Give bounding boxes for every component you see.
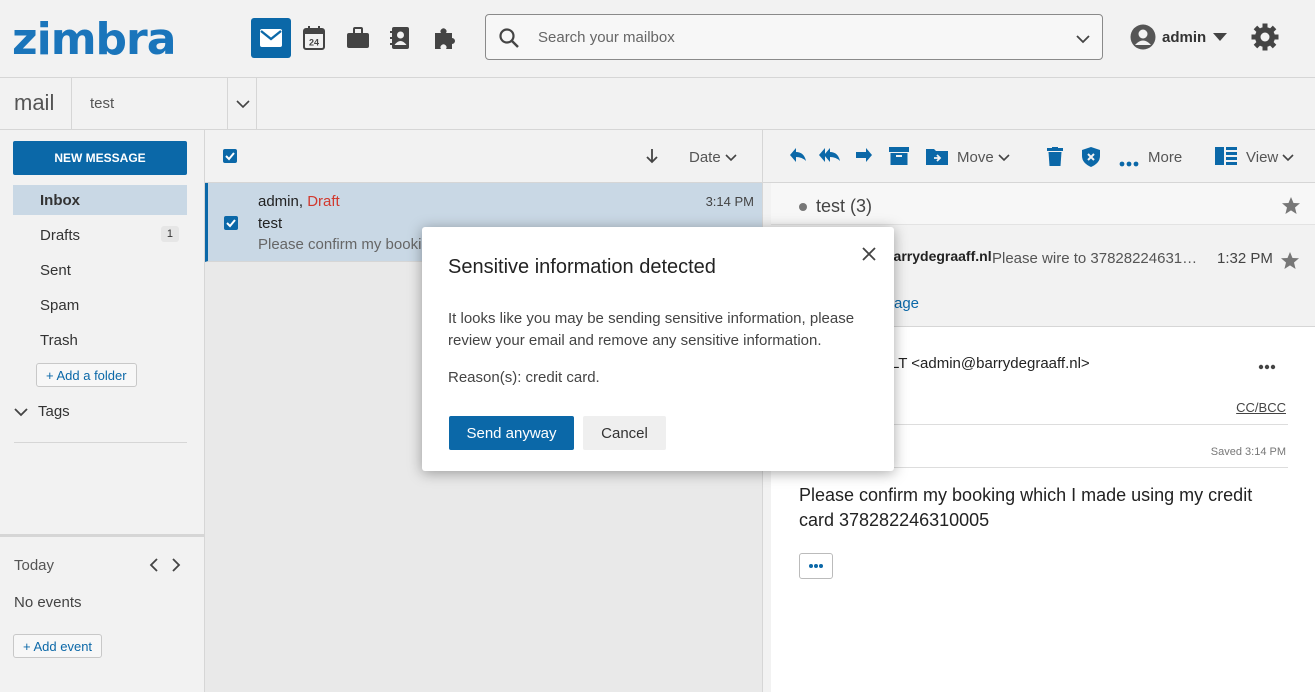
- unread-dot-icon: [799, 203, 807, 211]
- app-title: mail: [14, 90, 55, 115]
- puzzle-icon[interactable]: [425, 18, 465, 58]
- chevron-down-icon: [1282, 153, 1294, 161]
- message-checkbox[interactable]: [224, 216, 238, 235]
- trash-icon[interactable]: [1047, 147, 1063, 171]
- select-all-checkbox[interactable]: [223, 149, 237, 168]
- user-name: admin: [1162, 28, 1207, 46]
- sidebar-item-sent[interactable]: Sent: [13, 255, 187, 285]
- ellipsis-icon: [809, 564, 823, 568]
- chevron-right-icon[interactable]: [170, 558, 182, 572]
- spam-shield-icon[interactable]: [1082, 147, 1100, 172]
- thread-time: 1:32 PM: [1217, 250, 1273, 267]
- view-layout-icon[interactable]: [1215, 147, 1237, 170]
- top-bar: zimbra 24 Search your mailbox admin: [0, 0, 1315, 78]
- chevron-down-icon[interactable]: [227, 78, 257, 130]
- more-dots-icon[interactable]: [1119, 154, 1139, 172]
- dialog-reason: Reason(s): credit card.: [448, 369, 600, 386]
- star-icon[interactable]: [1282, 197, 1300, 219]
- unread-count-badge: 1: [160, 226, 179, 242]
- chevron-left-icon[interactable]: [148, 558, 160, 572]
- divider: [14, 442, 187, 443]
- zimbra-logo[interactable]: zimbra: [12, 14, 176, 65]
- cc-bcc-link[interactable]: CC/BCC: [1236, 400, 1286, 415]
- message-toolbar: Move More View: [763, 130, 1315, 183]
- folder-label: Sent: [40, 261, 71, 279]
- divider: [0, 534, 205, 537]
- view-dropdown[interactable]: View: [1246, 149, 1294, 166]
- add-event-button[interactable]: + Add event: [13, 634, 103, 658]
- chevron-down-icon: [998, 153, 1010, 161]
- search-placeholder: Search your mailbox: [538, 29, 675, 46]
- thread-sender: barrydegraaff.nl: [885, 248, 992, 264]
- cancel-button[interactable]: Cancel: [583, 416, 666, 450]
- chevron-down-icon: [14, 407, 28, 416]
- view-label: View: [1246, 149, 1279, 166]
- move-label: Move: [957, 149, 994, 166]
- sender-name: admin,: [258, 193, 304, 210]
- contacts-icon[interactable]: [380, 18, 420, 58]
- forward-icon[interactable]: [855, 147, 873, 168]
- tags-section[interactable]: Tags: [14, 403, 70, 420]
- gear-icon[interactable]: [1250, 22, 1280, 57]
- new-message-button[interactable]: NEW MESSAGE: [13, 141, 187, 175]
- send-anyway-button[interactable]: Send anyway: [449, 416, 574, 450]
- draft-label: Draft: [307, 193, 340, 210]
- sub-header: mail test: [0, 78, 1315, 130]
- search-input[interactable]: Search your mailbox: [485, 14, 1103, 60]
- message-sender: admin, Draft: [258, 193, 340, 210]
- star-icon[interactable]: [1281, 252, 1299, 274]
- close-icon[interactable]: [860, 245, 878, 268]
- chevron-down-icon: [725, 153, 737, 161]
- conversation-header: test (3): [771, 183, 1315, 225]
- today-label: Today: [14, 557, 55, 574]
- sort-by-date-dropdown[interactable]: Date: [689, 149, 737, 166]
- dialog-message: It looks like you may be sending sensiti…: [448, 310, 855, 349]
- no-events-label: No events: [14, 594, 82, 611]
- sort-label: Date: [689, 149, 721, 166]
- folder-label: Inbox: [40, 191, 80, 209]
- caret-down-icon: [1213, 33, 1228, 41]
- sidebar-item-trash[interactable]: Trash: [13, 325, 187, 355]
- reply-icon[interactable]: [789, 147, 807, 168]
- message-list-header: Date: [205, 130, 762, 183]
- mail-app-icon[interactable]: [251, 18, 291, 58]
- from-field[interactable]: LT <admin@barrydegraaff.nl>: [891, 355, 1090, 372]
- move-dropdown[interactable]: Move: [957, 149, 1010, 166]
- sidebar-item-drafts[interactable]: Drafts 1: [13, 220, 187, 250]
- avatar-icon: [1130, 24, 1156, 50]
- move-folder-icon[interactable]: [926, 147, 948, 170]
- message-subject: test: [258, 215, 283, 232]
- folder-label: Spam: [40, 296, 80, 314]
- sidebar: NEW MESSAGE Inbox Drafts 1 Sent Spam Tras…: [0, 130, 205, 692]
- show-quoted-button[interactable]: [799, 553, 833, 579]
- folder-label: Drafts: [40, 226, 81, 244]
- reply-all-icon[interactable]: [819, 147, 841, 168]
- message-body-editor[interactable]: Please confirm my booking which I made u…: [799, 483, 1289, 533]
- sort-direction-icon[interactable]: [645, 148, 659, 169]
- archive-icon[interactable]: [889, 147, 909, 170]
- saved-status: Saved 3:14 PM: [1210, 446, 1286, 458]
- message-time: 3:14 PM: [705, 194, 754, 209]
- tab-test[interactable]: test: [71, 78, 257, 130]
- tags-label: Tags: [38, 403, 70, 420]
- more-button[interactable]: More: [1148, 149, 1182, 166]
- thread-preview: Please wire to 37828224631…: [992, 250, 1198, 267]
- briefcase-icon[interactable]: [338, 18, 378, 58]
- sidebar-item-spam[interactable]: Spam: [13, 290, 187, 320]
- search-icon: [498, 27, 520, 54]
- calendar-day-number: 24: [309, 38, 319, 48]
- dialog-title: Sensitive information detected: [448, 256, 716, 278]
- chevron-down-icon[interactable]: [1076, 31, 1090, 49]
- calendar-nav: [148, 558, 182, 572]
- user-menu[interactable]: admin: [1130, 24, 1228, 50]
- sensitive-info-dialog: Sensitive information detected It looks …: [422, 227, 894, 471]
- calendar-app-icon[interactable]: 24: [294, 18, 334, 58]
- add-folder-button[interactable]: + Add a folder: [36, 363, 137, 387]
- tab-label: test: [90, 95, 115, 112]
- folder-label: Trash: [40, 331, 78, 349]
- more-dots-icon[interactable]: [1258, 357, 1276, 375]
- conversation-title: test (3): [816, 196, 873, 216]
- sidebar-item-inbox[interactable]: Inbox: [13, 185, 187, 215]
